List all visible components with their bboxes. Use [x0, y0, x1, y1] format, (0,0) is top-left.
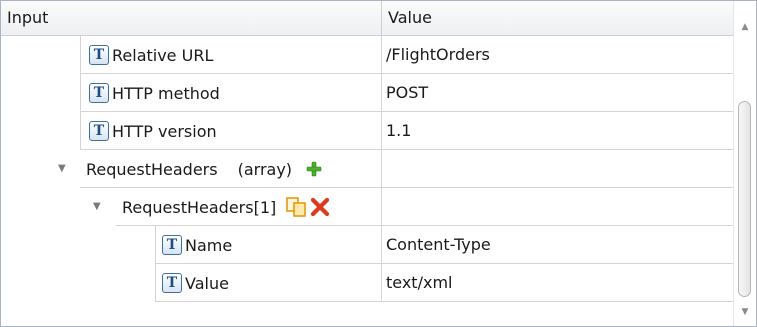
value-cell[interactable]: text/xml: [382, 264, 734, 302]
row-label: Value: [185, 273, 229, 293]
delete-icon[interactable]: [310, 197, 330, 217]
value-cell[interactable]: 1.1: [382, 112, 734, 150]
copy-icon[interactable]: [286, 197, 308, 217]
input-cell[interactable]: T HTTP version: [80, 112, 382, 150]
value-cell[interactable]: Content-Type: [382, 226, 734, 264]
table-row[interactable]: T Relative URL /FlightOrders: [1, 36, 734, 74]
scroll-down-arrow-icon[interactable]: ▼: [734, 302, 756, 322]
table-row[interactable]: T HTTP method POST: [1, 74, 734, 112]
collapse-arrow-icon[interactable]: ▼: [58, 150, 66, 188]
vertical-scrollbar[interactable]: ▲ ▼: [733, 1, 756, 326]
text-type-icon: T: [89, 45, 109, 65]
input-cell[interactable]: T Value: [155, 264, 382, 302]
table-row[interactable]: ▼ RequestHeaders[1]: [1, 188, 734, 226]
value-cell[interactable]: [382, 188, 734, 226]
input-cell[interactable]: RequestHeaders (array): [80, 150, 382, 188]
input-value-grid: Input Value T Relative URL /FlightOrders…: [0, 0, 757, 327]
input-cell[interactable]: RequestHeaders[1]: [116, 188, 382, 226]
grid-header: Input Value: [1, 1, 734, 36]
add-icon[interactable]: [306, 161, 322, 177]
value-cell[interactable]: [382, 150, 734, 188]
text-type-icon: T: [89, 83, 109, 103]
value-cell[interactable]: /FlightOrders: [382, 36, 734, 74]
text-type-icon: T: [162, 235, 182, 255]
row-label: Name: [185, 235, 233, 255]
table-row[interactable]: T Value text/xml: [1, 264, 734, 302]
input-cell[interactable]: T Relative URL: [80, 36, 382, 74]
table-row[interactable]: ▼ RequestHeaders (array): [1, 150, 734, 188]
column-header-value[interactable]: Value: [382, 1, 734, 35]
row-label: Relative URL: [112, 45, 214, 65]
row-label: RequestHeaders: [86, 159, 218, 179]
type-tag: (array): [237, 159, 293, 179]
collapse-arrow-icon[interactable]: ▼: [93, 188, 101, 226]
scroll-up-arrow-icon[interactable]: ▲: [734, 17, 756, 37]
table-row[interactable]: T Name Content-Type: [1, 226, 734, 264]
table-row[interactable]: T HTTP version 1.1: [1, 112, 734, 150]
row-label: HTTP version: [112, 121, 217, 141]
input-cell[interactable]: T Name: [155, 226, 382, 264]
text-type-icon: T: [89, 121, 109, 141]
row-label: HTTP method: [112, 83, 220, 103]
grid-rows: T Relative URL /FlightOrders T HTTP meth…: [1, 36, 734, 302]
text-type-icon: T: [162, 273, 182, 293]
scrollbar-thumb[interactable]: [738, 101, 751, 297]
column-header-input[interactable]: Input: [1, 1, 382, 35]
input-cell[interactable]: T HTTP method: [80, 74, 382, 112]
value-cell[interactable]: POST: [382, 74, 734, 112]
row-label: RequestHeaders[1]: [122, 197, 277, 217]
